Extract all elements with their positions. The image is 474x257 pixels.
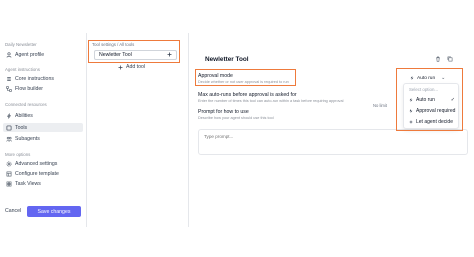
max-auto-runs-description: Enter the number of times this tool can …: [198, 99, 344, 103]
max-auto-runs-input[interactable]: No limit: [373, 103, 387, 108]
app: Daily Newsletter Agent profile Agent ins…: [0, 33, 474, 227]
sidebar-divider: [86, 33, 87, 227]
breadcrumb-parent[interactable]: Tool settings: [92, 42, 116, 47]
prompt-description: Describe how your agent should use this …: [198, 116, 274, 120]
sidebar-item-flow-builder[interactable]: Flow builder: [3, 84, 83, 93]
tool-list-item[interactable]: Newletter Tool: [94, 50, 177, 60]
prompt-title: Prompt for how to use: [198, 109, 249, 115]
save-changes-button[interactable]: Save changes: [27, 206, 81, 217]
approval-mode-description: Decide whether or not user approval is r…: [198, 80, 289, 84]
breadcrumb-current[interactable]: All tools: [119, 42, 134, 47]
approval-mode-title: Approval mode: [198, 73, 233, 79]
column-divider: [188, 33, 189, 227]
sidebar-item-label: Abilities: [15, 112, 33, 119]
flow-icon: [6, 85, 12, 92]
plus-icon: [118, 65, 123, 70]
bolt-icon: [6, 112, 12, 119]
sidebar-item-subagents[interactable]: Subagents: [3, 134, 83, 143]
sidebar-item-configure-template[interactable]: Configure template: [3, 169, 83, 178]
cancel-button[interactable]: Cancel: [5, 208, 21, 214]
approval-mode-select[interactable]: Auto run ⌄: [404, 73, 454, 83]
sidebar-item-core-instructions[interactable]: Core instructions: [3, 74, 83, 83]
prompt-textarea[interactable]: [198, 129, 468, 155]
template-icon: [6, 171, 12, 177]
tool-detail-panel: Newletter Tool Approval mode Decide whet…: [190, 45, 474, 159]
sidebar-item-tools[interactable]: Tools: [3, 123, 83, 132]
sidebar-item-label: Flow builder: [15, 85, 43, 92]
check-icon: ✓: [450, 97, 455, 103]
bolt-icon: [410, 76, 414, 80]
sidebar-item-agent-profile[interactable]: Agent profile: [3, 50, 83, 59]
sidebar-item-task-views[interactable]: Task Views: [3, 179, 83, 188]
option-label: Approval required: [416, 108, 456, 114]
bolt-icon: [409, 98, 413, 102]
section-label-connected: Connected resources: [5, 102, 47, 107]
sidebar-item-label: Task Views: [15, 180, 41, 187]
sparkle-icon: [409, 120, 413, 124]
sidebar-item-abilities[interactable]: Abilities: [3, 111, 83, 120]
panel-actions: [435, 56, 453, 62]
users-icon: [6, 136, 12, 142]
sidebar: Daily Newsletter Agent profile Agent ins…: [0, 33, 86, 227]
page-title: Newletter Tool: [205, 56, 249, 63]
sidebar-item-label: Agent profile: [15, 51, 45, 58]
select-value: Auto run: [417, 75, 436, 81]
breadcrumb: Tool settings / All tools: [92, 42, 134, 47]
section-label-instructions: Agent instructions: [5, 67, 40, 72]
sidebar-footer: Cancel Save changes: [0, 206, 86, 220]
list-icon: [6, 76, 12, 82]
sidebar-item-label: Advanced settings: [15, 160, 58, 167]
sidebar-item-label: Core instructions: [15, 75, 54, 82]
hand-icon: [409, 109, 413, 113]
approval-mode-dropdown: Select option... Auto run ✓ Approval req…: [403, 83, 459, 129]
section-label-more: More options: [5, 152, 31, 157]
option-approval-required[interactable]: Approval required: [409, 108, 457, 114]
chevron-down-icon: ⌄: [441, 75, 446, 81]
max-auto-runs-title: Max auto-runs before approval is asked f…: [198, 92, 297, 98]
sidebar-item-label: Tools: [15, 124, 28, 131]
trash-icon[interactable]: [435, 56, 441, 62]
sidebar-item-label: Configure template: [15, 170, 59, 177]
add-tool-label: Add tool: [126, 64, 146, 70]
option-auto-run[interactable]: Auto run: [409, 97, 457, 103]
copy-icon[interactable]: [447, 56, 453, 62]
option-let-agent-decide[interactable]: Let agent decide: [409, 119, 457, 125]
sidebar-item-advanced-settings[interactable]: Advanced settings: [3, 159, 83, 168]
dropdown-placeholder: Select option...: [409, 87, 439, 92]
tool-list-item-label: Newletter Tool: [99, 52, 132, 58]
option-label: Auto run: [416, 97, 435, 103]
option-label: Let agent decide: [416, 119, 453, 125]
sidebar-item-label: Subagents: [15, 135, 40, 142]
agent-name-label: Daily Newsletter: [5, 42, 37, 47]
drag-handle-icon[interactable]: [167, 52, 172, 59]
grid-icon: [6, 181, 12, 187]
gear-icon: [6, 161, 12, 167]
add-tool-button[interactable]: Add tool: [118, 64, 145, 70]
tool-icon: [6, 125, 12, 131]
user-icon: [6, 51, 12, 58]
